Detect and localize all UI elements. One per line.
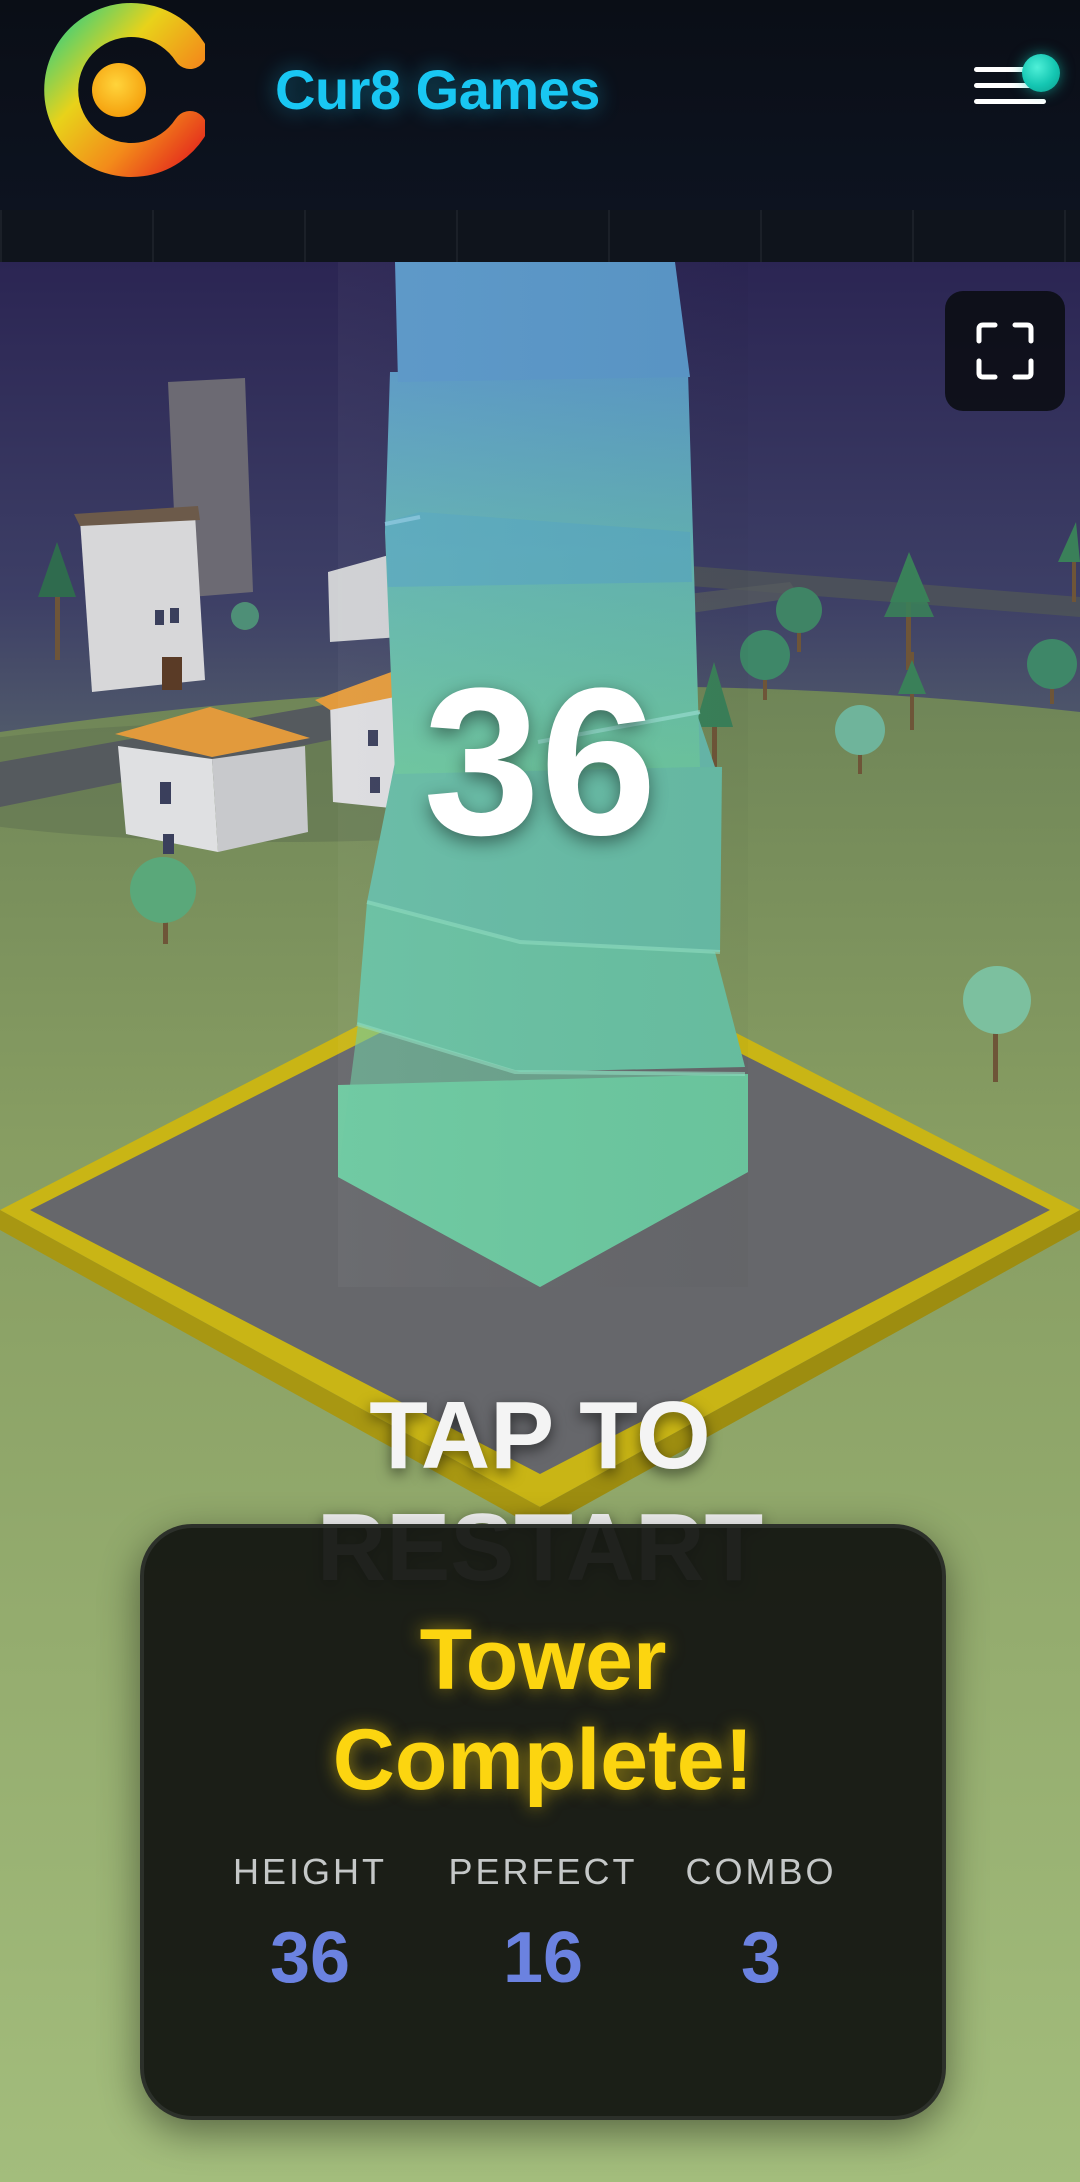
stat-value: 36 xyxy=(269,1918,351,1998)
fullscreen-button[interactable] xyxy=(945,291,1065,411)
stat-perfect: PERFECT 16 xyxy=(433,1848,653,1998)
stat-height: HEIGHT 36 xyxy=(200,1848,420,1998)
notification-dot xyxy=(1022,54,1060,92)
stat-label: COMBO xyxy=(685,1851,837,1892)
cur8-logo-icon[interactable] xyxy=(30,0,207,180)
result-panel: Tower Complete! HEIGHT 36 PERFECT 16 COM… xyxy=(140,1524,946,2120)
brand-title[interactable]: Cur8 Games xyxy=(275,50,600,130)
header-divider-strip xyxy=(0,210,1080,262)
restart-line-1: TAP TO xyxy=(369,1382,711,1489)
hamburger-menu-icon[interactable] xyxy=(970,50,1060,120)
score-display: 36 xyxy=(423,644,657,879)
result-title-line-2: Complete! xyxy=(332,1712,754,1808)
result-title: Tower Complete! xyxy=(144,1610,942,1810)
fullscreen-icon xyxy=(976,322,1034,380)
stat-label: HEIGHT xyxy=(232,1851,387,1892)
result-title-line-1: Tower xyxy=(419,1612,667,1708)
stat-value: 16 xyxy=(502,1918,584,1998)
stat-value: 3 xyxy=(740,1918,782,1998)
stat-combo: COMBO 3 xyxy=(651,1848,871,1998)
stat-label: PERFECT xyxy=(448,1851,638,1892)
app-header: Cur8 Games xyxy=(0,0,1080,212)
stats-row: HEIGHT 36 PERFECT 16 COMBO 3 xyxy=(200,1848,886,2008)
